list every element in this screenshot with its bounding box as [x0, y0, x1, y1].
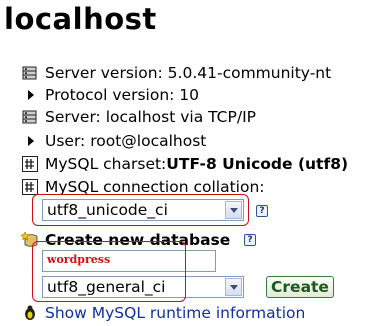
charset-icon	[20, 156, 40, 172]
protocol-version-row: Protocol version: 10	[0, 84, 199, 106]
triangle-bullet-icon	[20, 136, 40, 146]
phpmyadmin-home: localhost Server version: 5.0.41-communi…	[0, 0, 386, 326]
server-row: Server: localhost via TCP/IP	[0, 106, 256, 128]
help-icon[interactable]: ?	[244, 234, 256, 246]
protocol-version-text: Protocol version: 10	[45, 86, 200, 104]
create-button[interactable]: Create	[266, 276, 334, 298]
charset-value: UTF-8 Unicode (utf8)	[166, 155, 349, 173]
server-icon	[20, 110, 40, 124]
charset-label: MySQL charset:	[45, 155, 167, 173]
runtime-info-row: Show MySQL runtime information	[0, 302, 305, 324]
runtime-info-icon	[20, 305, 40, 321]
server-icon	[20, 66, 40, 80]
chevron-down-icon[interactable]	[225, 278, 242, 296]
triangle-bullet-icon	[20, 90, 40, 100]
charset-row: MySQL charset: UTF-8 Unicode (utf8)	[0, 153, 348, 175]
page-title: localhost	[4, 2, 157, 36]
help-icon[interactable]: ?	[256, 205, 268, 217]
user-row: User: root@localhost	[0, 130, 206, 152]
highlight-collation	[32, 194, 249, 226]
server-version-text: Server version: 5.0.41-community-nt	[45, 64, 332, 82]
runtime-info-link[interactable]: Show MySQL runtime information	[45, 304, 305, 322]
server-version-row: Server version: 5.0.41-community-nt	[0, 62, 331, 84]
user-text: User: root@localhost	[45, 132, 207, 150]
highlight-create-db	[32, 241, 186, 302]
charset-icon	[20, 179, 40, 195]
server-text: Server: localhost via TCP/IP	[45, 108, 256, 126]
